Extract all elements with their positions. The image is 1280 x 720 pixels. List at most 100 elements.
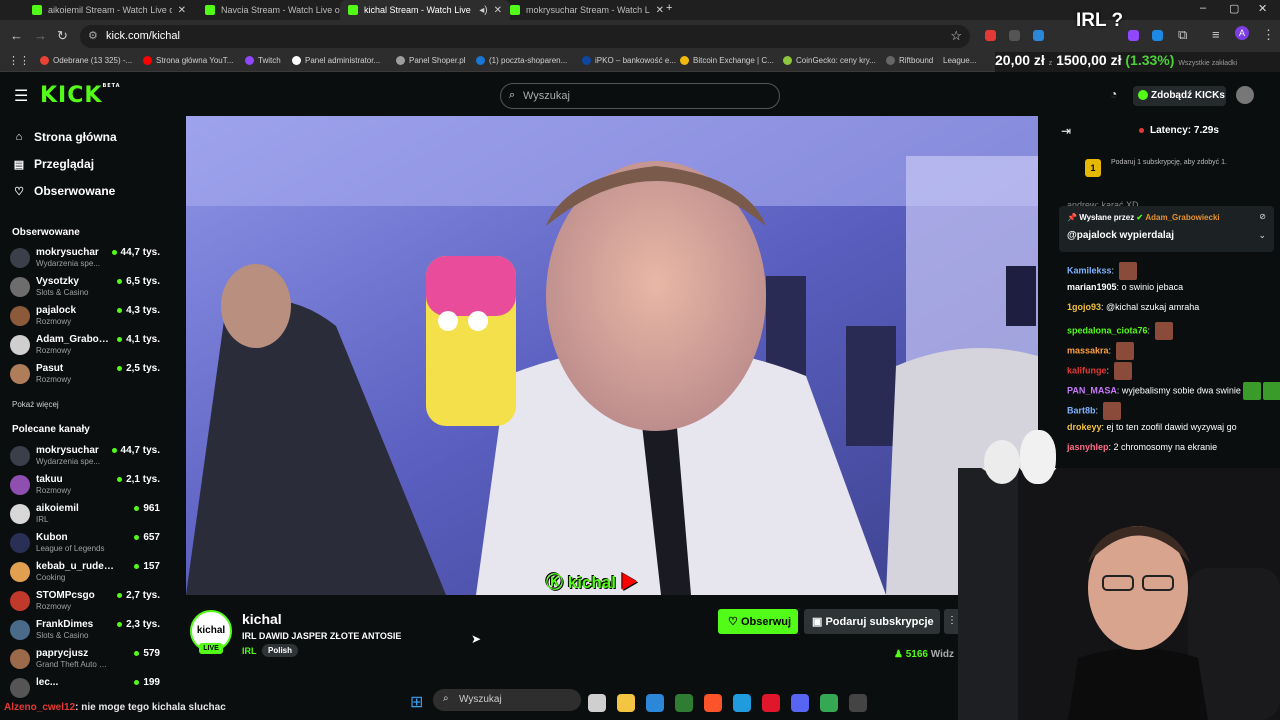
search-input[interactable]: ⌕ Wyszukaj bbox=[500, 83, 780, 109]
store-icon[interactable] bbox=[646, 694, 664, 712]
channel-item[interactable]: takuu Rozmowy 2,1 tys. bbox=[10, 472, 160, 498]
channel-item[interactable]: paprycjuszGrand Theft Auto V (G... 579 bbox=[10, 646, 160, 672]
channel-name[interactable]: kichal bbox=[242, 611, 282, 627]
extension-icon[interactable] bbox=[985, 30, 996, 41]
extension-icon[interactable] bbox=[1009, 30, 1020, 41]
brave-icon[interactable] bbox=[704, 694, 722, 712]
opera-icon[interactable] bbox=[762, 694, 780, 712]
app-icon[interactable] bbox=[675, 694, 693, 712]
bookmark-item[interactable]: (1) poczta-shoparen... bbox=[476, 56, 567, 65]
bookmark-item[interactable]: Odebrane (13 325) -... bbox=[40, 56, 132, 65]
collapse-chat-icon[interactable]: ⇥ bbox=[1061, 124, 1071, 138]
chat-message: spedalona_ciota76: bbox=[1067, 322, 1173, 340]
maximize-icon[interactable]: ▢ bbox=[1229, 2, 1239, 15]
bookmark-item[interactable]: Panel Shoper.pl bbox=[396, 56, 466, 65]
chat-username[interactable]: massakra bbox=[1067, 345, 1109, 355]
language-tag[interactable]: Polish bbox=[262, 644, 299, 657]
close-window-icon[interactable]: ✕ bbox=[1258, 2, 1267, 15]
bookmark-item[interactable]: Strona główna YouT... bbox=[143, 56, 233, 65]
discord-icon[interactable] bbox=[791, 694, 809, 712]
channel-item[interactable]: mokrysuchar Wydarzenia spe... 44,7 tys. bbox=[10, 245, 160, 271]
profile-icon[interactable]: A bbox=[1235, 26, 1249, 40]
pinned-message[interactable]: 📌 Wysłane przez ✔ Adam_Grabowiecki ⊘ @pa… bbox=[1059, 206, 1274, 252]
extension-icon[interactable] bbox=[1033, 30, 1044, 41]
chat-username[interactable]: Kamilekss bbox=[1067, 265, 1112, 275]
nav-browse[interactable]: ▤ Przeglądaj bbox=[12, 157, 94, 171]
channel-item[interactable]: Vysotzky Slots & Casino 6,5 tys. bbox=[10, 274, 160, 300]
windows-start-icon[interactable]: ⊞ bbox=[410, 692, 423, 712]
close-tab-icon[interactable]: ✕ bbox=[494, 5, 502, 16]
bookmark-item[interactable]: CoinGecko: ceny kry... bbox=[783, 56, 876, 65]
obs-icon[interactable] bbox=[849, 694, 867, 712]
minimize-icon[interactable]: – bbox=[1200, 2, 1206, 14]
kick-logo[interactable]: KICKBETA bbox=[40, 83, 121, 108]
extensions-icon[interactable]: ⧉ bbox=[1178, 27, 1187, 43]
site-info-icon[interactable]: ⚙ bbox=[88, 29, 98, 42]
channel-name: pajalock bbox=[36, 305, 77, 316]
unpin-icon[interactable]: ⊘ bbox=[1259, 212, 1266, 221]
follow-button[interactable]: ♡ Obserwuj bbox=[718, 609, 798, 634]
channel-item[interactable]: lec... 199 bbox=[10, 675, 160, 700]
chat-text: @kichal szukaj amraha bbox=[1106, 302, 1200, 312]
channel-item[interactable]: kebab_u_rudego Cooking 157 bbox=[10, 559, 160, 585]
chat-username[interactable]: 1gojo93 bbox=[1067, 302, 1101, 312]
bookmark-item[interactable]: League... bbox=[943, 56, 976, 65]
taskview-icon[interactable] bbox=[588, 694, 606, 712]
channel-item[interactable]: mokrysuchar Wydarzenia spe... 44,7 tys. bbox=[10, 443, 160, 469]
chat-username[interactable]: drokeyy bbox=[1067, 422, 1102, 432]
notification-icon[interactable]: ◔ bbox=[1110, 87, 1117, 101]
forward-icon[interactable]: → bbox=[34, 28, 47, 43]
gift-subscription-button[interactable]: ▣ Podaruj subskrypcje bbox=[804, 609, 940, 634]
chat-username[interactable]: jasnyhlep bbox=[1067, 442, 1109, 452]
bookmark-item[interactable]: iPKO – bankowość e... bbox=[582, 56, 676, 65]
channel-item[interactable]: STOMPcsgo Rozmowy 2,7 tys. bbox=[10, 588, 160, 614]
nav-following[interactable]: ♡ Obserwowane bbox=[12, 184, 115, 198]
channel-item[interactable]: Pasut Rozmowy 2,5 tys. bbox=[10, 361, 160, 387]
new-tab-icon[interactable]: + bbox=[666, 2, 672, 14]
logo-beta: BETA bbox=[102, 83, 121, 89]
chat-username[interactable]: PAN_MASA bbox=[1067, 385, 1117, 395]
get-kicks-button[interactable]: Zdobądź KICKs bbox=[1133, 86, 1226, 106]
edge-icon[interactable] bbox=[733, 694, 751, 712]
twitch-extension-icon[interactable] bbox=[1128, 30, 1139, 41]
user-avatar[interactable] bbox=[1236, 86, 1254, 104]
chat-username[interactable]: Bart8b bbox=[1067, 405, 1096, 415]
bookmark-item[interactable]: Bitcoin Exchange | C... bbox=[680, 56, 774, 65]
back-icon[interactable]: ← bbox=[10, 28, 23, 43]
audio-icon[interactable]: ◂) bbox=[479, 5, 487, 16]
menu-dots-icon[interactable]: ⋮ bbox=[1262, 27, 1275, 43]
channel-item[interactable]: aikoiemil IRL 961 bbox=[10, 501, 160, 527]
taskbar-search[interactable]: ⌕ Wyszukaj bbox=[433, 689, 581, 711]
bookmark-item[interactable]: Panel administrator... bbox=[292, 56, 380, 65]
reading-list-icon[interactable]: ≡ bbox=[1212, 27, 1220, 42]
channel-item[interactable]: Adam_Grabowi... Rozmowy 4,1 tys. bbox=[10, 332, 160, 358]
apps-grid-icon[interactable]: ⋮⋮ bbox=[8, 54, 30, 67]
browser-tab-mokrysuchar[interactable]: mokrysuchar Stream - Watch Li ✕ bbox=[502, 0, 672, 20]
nav-home[interactable]: ⌂ Strona główna bbox=[12, 130, 117, 144]
extension-icon[interactable] bbox=[1152, 30, 1163, 41]
browser-tab-kichal[interactable]: kichal Stream - Watch Live ◂) ✕ bbox=[340, 0, 510, 20]
show-more-link[interactable]: Pokaż więcej bbox=[12, 400, 59, 409]
browser-tab-aikoiemil[interactable]: aikoiemil Stream - Watch Live o ✕ bbox=[24, 0, 194, 20]
reload-icon[interactable]: ↻ bbox=[57, 28, 68, 44]
bookmark-star-icon[interactable]: ☆ bbox=[950, 28, 962, 44]
chat-username[interactable]: kalifunge bbox=[1067, 365, 1107, 375]
sub-gift-goal[interactable]: 1 Podaruj 1 subskrypcję, aby zdobyć 1. bbox=[1085, 158, 1270, 177]
channel-item[interactable]: FrankDimes Slots & Casino 2,3 tys. bbox=[10, 617, 160, 643]
chevron-down-icon[interactable]: ⌄ bbox=[1258, 230, 1266, 241]
hamburger-menu-icon[interactable]: ☰ bbox=[14, 86, 28, 106]
video-player[interactable] bbox=[186, 116, 1038, 595]
bookmark-item[interactable]: Twitch bbox=[245, 56, 281, 65]
more-options-button[interactable]: ⋮ bbox=[944, 609, 958, 634]
channel-item[interactable]: pajalock Rozmowy 4,3 tys. bbox=[10, 303, 160, 329]
close-tab-icon[interactable]: ✕ bbox=[656, 5, 664, 16]
stream-category[interactable]: IRL bbox=[242, 646, 257, 656]
chat-username[interactable]: marian1905 bbox=[1067, 282, 1117, 292]
url-input[interactable]: ⚙ kick.com/kichal ☆ bbox=[80, 25, 970, 48]
bookmark-item[interactable]: Riftbound bbox=[886, 56, 933, 65]
explorer-icon[interactable] bbox=[617, 694, 635, 712]
channel-item[interactable]: Kubon League of Legends 657 bbox=[10, 530, 160, 556]
chat-username[interactable]: spedalona_ciota76 bbox=[1067, 325, 1148, 335]
chrome-icon[interactable] bbox=[820, 694, 838, 712]
close-tab-icon[interactable]: ✕ bbox=[178, 5, 186, 16]
